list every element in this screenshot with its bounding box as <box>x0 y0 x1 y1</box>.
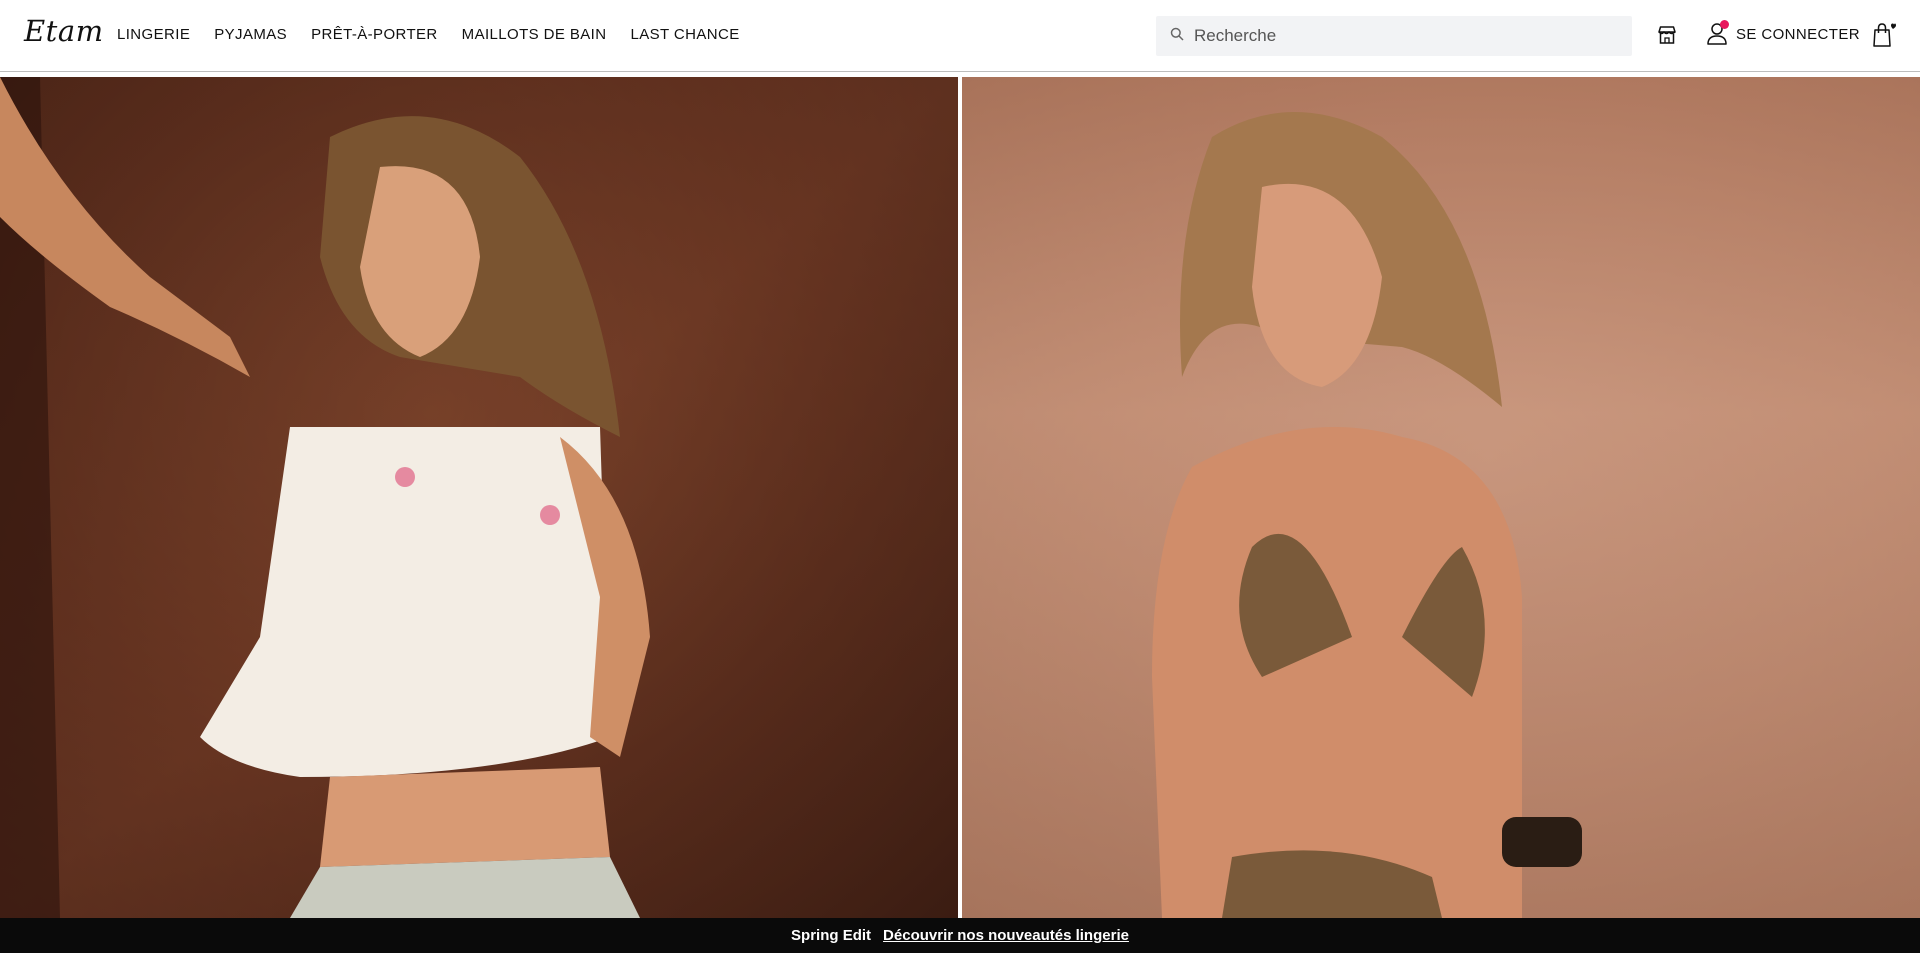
search-bar[interactable] <box>1156 16 1632 56</box>
main-nav: LINGERIE PYJAMAS PRÊT-À-PORTER MAILLOTS … <box>117 26 740 43</box>
promo-text: Spring Edit <box>791 927 872 944</box>
hero-image-left[interactable] <box>0 77 958 918</box>
nav-item-maillots-de-bain[interactable]: MAILLOTS DE BAIN <box>462 26 607 43</box>
user-icon <box>1706 20 1729 46</box>
search-icon <box>1170 27 1184 46</box>
site-header: Etam LINGERIE PYJAMAS PRÊT-À-PORTER MAIL… <box>0 0 1920 72</box>
brand-logo[interactable]: Etam <box>24 14 104 48</box>
nav-item-last-chance[interactable]: LAST CHANCE <box>630 26 739 43</box>
hero-banner <box>0 77 1920 918</box>
account-link[interactable]: SE CONNECTER <box>1706 20 1860 46</box>
store-icon[interactable] <box>1656 24 1678 51</box>
promo-link[interactable]: Découvrir nos nouveautés lingerie <box>883 927 1129 944</box>
nav-item-pret-a-porter[interactable]: PRÊT-À-PORTER <box>311 26 438 43</box>
account-label: SE CONNECTER <box>1736 25 1860 43</box>
nav-item-pyjamas[interactable]: PYJAMAS <box>214 26 287 43</box>
notification-dot <box>1720 20 1729 29</box>
nav-item-lingerie[interactable]: LINGERIE <box>117 26 190 43</box>
bag-with-heart-icon[interactable] <box>1872 22 1896 53</box>
search-input[interactable] <box>1192 25 1616 47</box>
hero-image-right[interactable] <box>962 77 1920 918</box>
promo-banner: Spring Edit Découvrir nos nouveautés lin… <box>0 918 1920 953</box>
